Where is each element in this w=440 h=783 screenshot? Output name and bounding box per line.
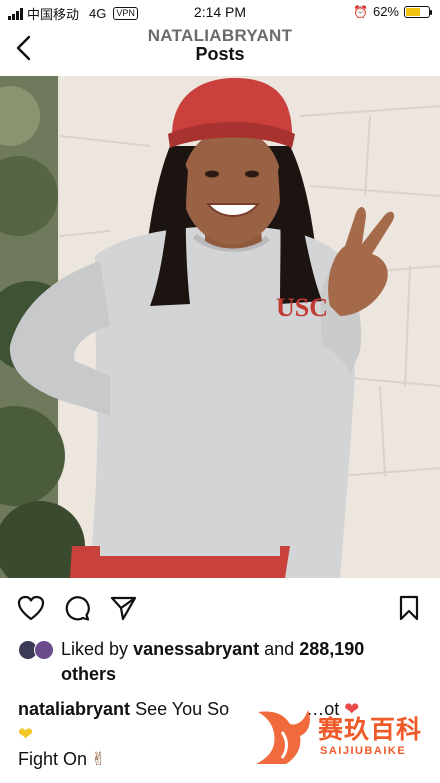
- likes-text: Liked by vanessabryant and 288,190 other…: [18, 637, 428, 687]
- caption-line-2: Fight On ✌: [18, 747, 106, 772]
- likes-count[interactable]: 288,190: [299, 639, 364, 659]
- likes-and: and: [264, 639, 295, 659]
- battery-percent: 62%: [372, 4, 399, 19]
- header-username: NATALIABRYANT: [147, 26, 293, 45]
- like-button[interactable]: [16, 593, 46, 623]
- svg-text:USC: USC: [276, 293, 328, 322]
- avatar: [34, 640, 54, 660]
- caption-username[interactable]: nataliabryant: [18, 699, 130, 719]
- heart-icon: [17, 595, 45, 621]
- header: NATALIABRYANT Posts: [0, 24, 440, 76]
- post-image: USC: [0, 76, 440, 578]
- bookmark-icon: [399, 595, 419, 621]
- caption-text: See You So: [135, 699, 230, 719]
- share-button[interactable]: [108, 593, 138, 623]
- comment-button[interactable]: [62, 593, 92, 623]
- liker-username[interactable]: vanessabryant: [133, 639, 259, 659]
- post-actions: [0, 585, 440, 629]
- post-photo[interactable]: USC: [0, 76, 440, 578]
- peace-hand-icon: ✌: [91, 749, 107, 769]
- yellow-heart-icon: ❤: [18, 724, 34, 744]
- likes-summary[interactable]: Liked by vanessabryant and 288,190 other…: [18, 637, 428, 687]
- battery-icon: [404, 5, 432, 18]
- watermark-en: SAIJIUBAIKE: [320, 745, 407, 757]
- status-bar: 中国移动 4G VPN 2:14 PM ⏰ 62%: [0, 0, 440, 24]
- watermark-cn: 赛玖百科: [318, 716, 423, 744]
- alarm-icon: ⏰: [353, 4, 368, 19]
- status-right: ⏰ 62%: [353, 4, 432, 19]
- comment-icon: [65, 596, 90, 621]
- send-icon: [110, 596, 137, 621]
- likes-prefix: Liked by: [61, 639, 129, 659]
- save-button[interactable]: [394, 593, 424, 623]
- caption-fight-on: Fight On: [18, 749, 88, 769]
- liker-avatars: [18, 640, 58, 660]
- watermark: 赛玖百科 SAIJIUBAIKE: [252, 700, 434, 770]
- battery-level: [406, 7, 420, 16]
- page-title: Posts: [195, 44, 245, 64]
- watermark-logo: [256, 710, 310, 764]
- likes-others[interactable]: others: [61, 664, 116, 684]
